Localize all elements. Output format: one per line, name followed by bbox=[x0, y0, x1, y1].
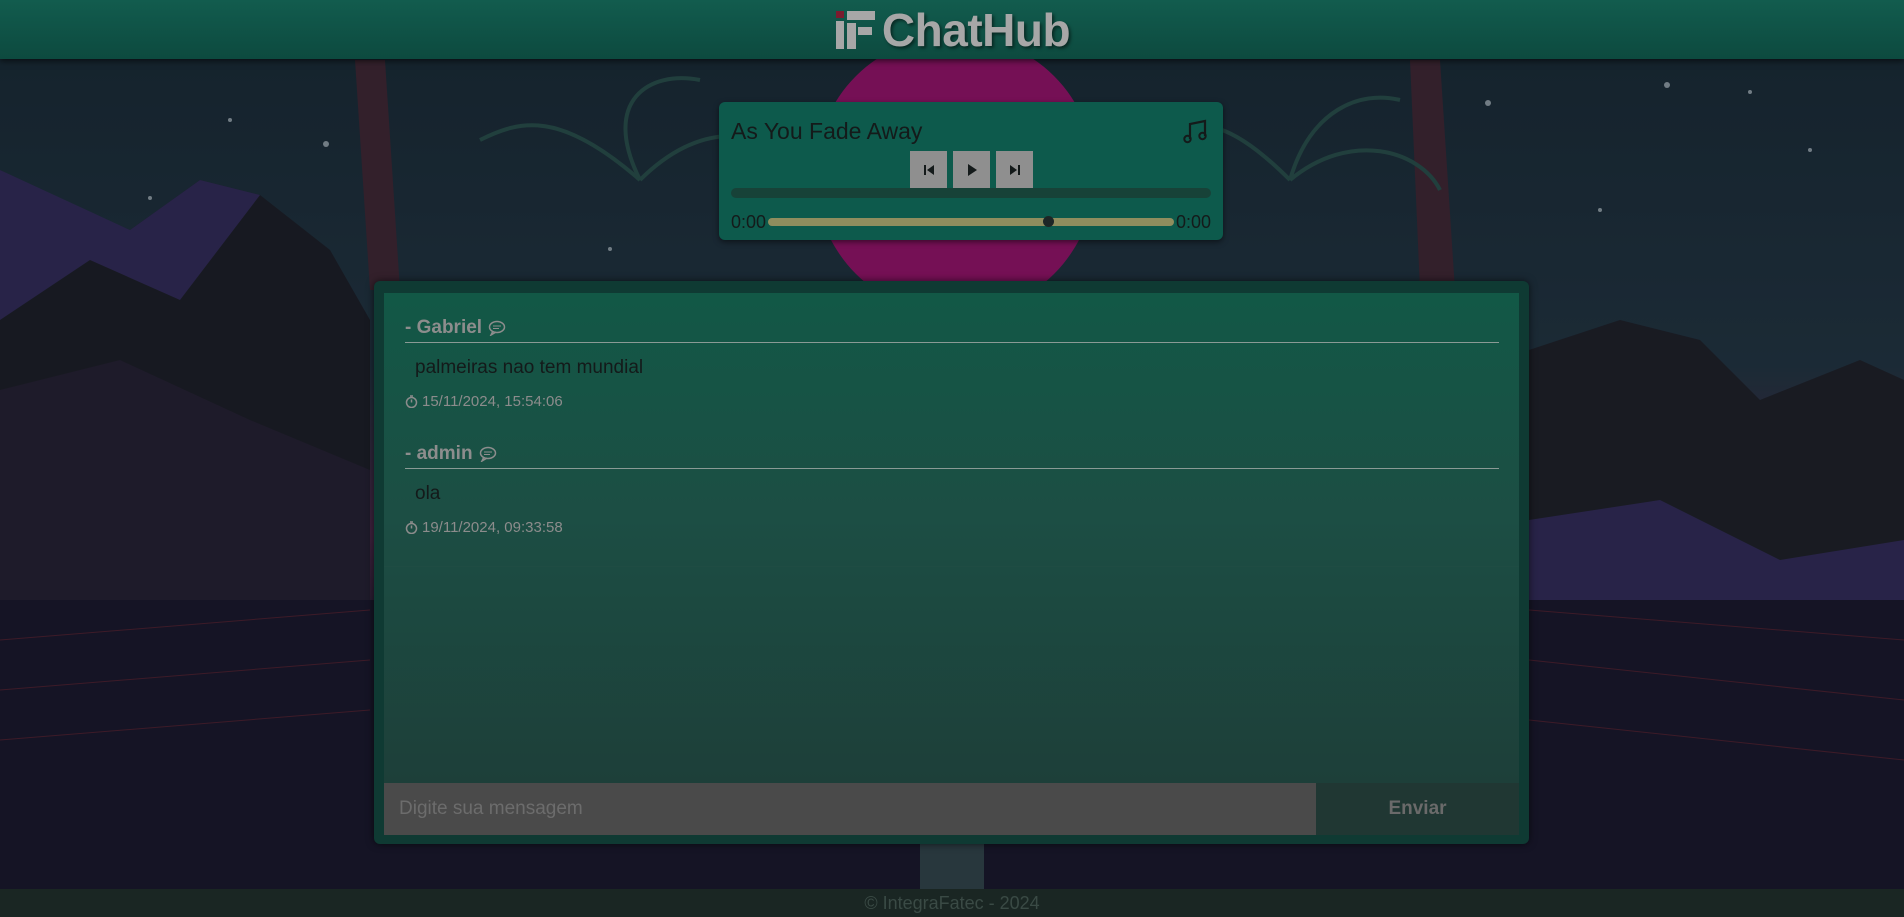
music-note-icon bbox=[1183, 119, 1207, 144]
seek-thumb[interactable] bbox=[1043, 216, 1055, 227]
page-footer: © IntegraFatec - 2024 bbox=[0, 889, 1904, 917]
footer-copyright: © IntegraFatec - 2024 bbox=[864, 892, 1040, 913]
chat-bubble-icon bbox=[479, 446, 496, 462]
message-header: - Gabriel bbox=[405, 314, 1499, 343]
chat-window: - Gabriel palmeiras nao tem mundial 15/1… bbox=[374, 281, 1529, 844]
next-track-button[interactable] bbox=[996, 151, 1033, 189]
message-author: - admin bbox=[405, 443, 473, 464]
current-time: 0:00 bbox=[731, 211, 767, 232]
message-item: - Gabriel palmeiras nao tem mundial 15/1… bbox=[405, 314, 1499, 410]
top-header: ChatHub bbox=[0, 0, 1904, 59]
message-text: ola bbox=[415, 483, 441, 504]
message-composer: Enviar bbox=[384, 783, 1519, 835]
message-list[interactable]: - Gabriel palmeiras nao tem mundial 15/1… bbox=[384, 293, 1519, 567]
message-item: - admin ola 19/11/2024, 09:33:58 bbox=[405, 440, 1499, 536]
message-timestamp: 19/11/2024, 09:33:58 bbox=[405, 519, 1499, 536]
play-icon bbox=[967, 164, 977, 176]
message-input[interactable] bbox=[384, 783, 1316, 835]
volume-bar[interactable] bbox=[731, 188, 1211, 198]
song-title: As You Fade Away bbox=[731, 118, 923, 144]
brand-name: ChatHub bbox=[881, 3, 1071, 56]
playback-controls bbox=[910, 151, 1033, 189]
music-player: As You Fade Away 0:00 0:00 bbox=[719, 102, 1223, 240]
time-row: 0:00 0:00 bbox=[731, 210, 1211, 234]
fatec-logo-icon bbox=[835, 10, 875, 49]
play-button[interactable] bbox=[953, 151, 990, 189]
previous-track-button[interactable] bbox=[910, 151, 947, 189]
timestamp-text: 19/11/2024, 09:33:58 bbox=[422, 519, 563, 536]
chat-bubble-icon bbox=[488, 320, 506, 336]
message-header: - admin bbox=[405, 440, 1499, 469]
chat-body: - Gabriel palmeiras nao tem mundial 15/1… bbox=[384, 293, 1519, 783]
message-text: palmeiras nao tem mundial bbox=[415, 357, 644, 378]
skip-previous-icon bbox=[923, 165, 934, 175]
timestamp-text: 15/11/2024, 15:54:06 bbox=[422, 393, 563, 410]
message-timestamp: 15/11/2024, 15:54:06 bbox=[405, 393, 1499, 410]
duration-time: 0:00 bbox=[1175, 211, 1211, 232]
skip-next-icon bbox=[1009, 165, 1020, 175]
seek-slider[interactable] bbox=[768, 216, 1174, 227]
stopwatch-icon bbox=[405, 395, 418, 408]
send-button[interactable]: Enviar bbox=[1316, 783, 1519, 835]
message-author: - Gabriel bbox=[405, 317, 483, 338]
stopwatch-icon bbox=[405, 521, 418, 534]
brand-logo[interactable]: ChatHub bbox=[834, 3, 1071, 57]
